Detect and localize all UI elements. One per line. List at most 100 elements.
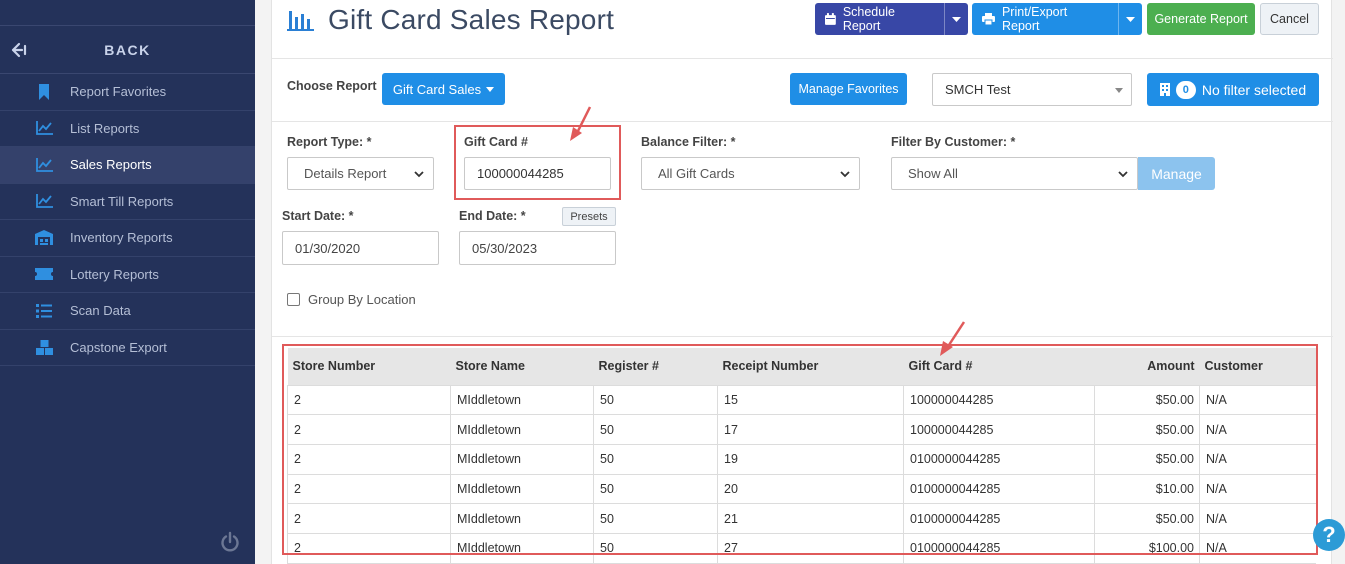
filter-count-badge: 0 [1175, 80, 1196, 99]
divider [272, 121, 1333, 122]
table-cell: N/A [1199, 414, 1316, 445]
table-cell: 2 [287, 473, 451, 505]
filter-label: No filter selected [1201, 81, 1307, 98]
table-row: 2 MIddletown 50 27 0100000044285 $100.00 N/A [287, 532, 1316, 564]
chevron-down-icon [414, 171, 424, 178]
schedule-report-button[interactable]: Schedule Report [815, 3, 968, 35]
table-cell: 100000044285 [903, 414, 1095, 445]
table-row: 2 MIddletown 50 21 0100000044285 $50.00 N/A [287, 503, 1316, 534]
print-export-button[interactable]: Print/Export Report [972, 3, 1142, 35]
arrow-left-icon [11, 42, 27, 58]
list-icon [35, 303, 53, 319]
customer-filter-select[interactable]: Show All [891, 157, 1138, 190]
filter-button[interactable]: 0 No filter selected [1147, 73, 1319, 106]
caret-down-icon [1126, 16, 1136, 22]
power-icon[interactable] [219, 531, 241, 553]
building-icon [1159, 83, 1170, 96]
table-cell: N/A [1199, 443, 1316, 475]
sidebar-item-list-reports[interactable]: List Reports [0, 111, 255, 147]
table-cell: 50 [593, 532, 718, 564]
table-cell: 15 [717, 384, 904, 416]
report-type-select[interactable]: Details Report [287, 157, 434, 190]
sidebar-item-smart-till-reports[interactable]: Smart Till Reports [0, 184, 255, 220]
caret-down-icon [486, 86, 495, 92]
boxes-icon [35, 339, 53, 355]
table-cell: 21 [717, 503, 904, 534]
start-date-input[interactable] [282, 231, 439, 265]
balance-filter-select[interactable]: All Gift Cards [641, 157, 860, 190]
sidebar-item-lottery-reports[interactable]: Lottery Reports [0, 257, 255, 293]
end-date-input[interactable] [459, 231, 616, 265]
table-cell: 27 [717, 532, 904, 564]
table-cell: N/A [1199, 532, 1316, 564]
manage-customers-button[interactable]: Manage [1138, 157, 1215, 190]
table-cell: MIddletown [450, 414, 594, 445]
group-by-location-checkbox[interactable] [287, 293, 300, 306]
page-title: Gift Card Sales Report [328, 4, 615, 35]
sidebar-nav: Report Favorites List Reports Sales Report… [0, 74, 255, 366]
results-table-container: Store Number Store Name Register # Receipt … [287, 348, 1316, 564]
chevron-down-icon [1118, 171, 1128, 178]
end-date-label: End Date: * [459, 209, 526, 223]
column-header[interactable]: Receipt Number [717, 348, 904, 385]
sidebar-item-label: Report Favorites [70, 84, 167, 100]
sidebar-item-inventory-reports[interactable]: Inventory Reports [0, 220, 255, 257]
table-cell: 2 [287, 443, 451, 475]
location-select-value: SMCH Test [945, 82, 1011, 97]
column-header[interactable]: Amount [1094, 348, 1200, 385]
column-header[interactable]: Gift Card # [903, 348, 1095, 385]
table-row: 2 MIddletown 50 15 100000044285 $50.00 N/A [287, 384, 1316, 416]
table-body: 2 MIddletown 50 15 100000044285 $50.00 N/A 2 MId… [287, 384, 1316, 564]
gift-card-sales-label: Gift Card Sales [392, 81, 482, 97]
column-header[interactable]: Store Name [450, 348, 594, 385]
balance-filter-value: All Gift Cards [658, 166, 735, 181]
caret-down-icon [952, 16, 962, 22]
page-header: Gift Card Sales Report [286, 4, 614, 36]
warehouse-icon [35, 230, 53, 246]
back-button[interactable]: BACK [0, 26, 255, 74]
location-select[interactable]: SMCH Test [932, 73, 1132, 106]
group-by-location[interactable]: Group By Location [287, 292, 416, 307]
table-cell: 100000044285 [903, 384, 1095, 416]
sidebar-item-scan-data[interactable]: Scan Data [0, 293, 255, 330]
sidebar-item-label: Smart Till Reports [70, 193, 174, 209]
calendar-icon [825, 13, 836, 25]
gift-card-label: Gift Card # [464, 135, 528, 149]
table-cell: 0100000044285 [903, 532, 1095, 564]
table-cell: 50 [593, 414, 718, 445]
bar-chart-icon [287, 11, 314, 31]
table-cell: 50 [593, 443, 718, 475]
manage-favorites-button[interactable]: Manage Favorites [790, 73, 907, 105]
sidebar-item-label: Lottery Reports [70, 266, 159, 282]
sidebar-top [0, 0, 255, 26]
divider [272, 58, 1333, 59]
help-icon[interactable]: ? [1312, 518, 1345, 554]
line-chart-icon [35, 120, 53, 136]
sidebar-item-capstone-export[interactable]: Capstone Export [0, 330, 255, 366]
customer-filter-label: Filter By Customer: * [891, 135, 1016, 149]
table-header-row: Store Number Store Name Register # Receipt … [287, 348, 1316, 385]
gift-card-input[interactable] [464, 157, 611, 190]
column-header[interactable]: Store Number [287, 348, 451, 385]
chevron-down-icon [840, 171, 850, 178]
table-cell: $50.00 [1094, 414, 1200, 445]
sidebar-item-sales-reports[interactable]: Sales Reports [0, 147, 255, 184]
table-cell: 2 [287, 503, 451, 534]
gift-card-sales-dropdown[interactable]: Gift Card Sales [382, 73, 505, 105]
schedule-dropdown-caret[interactable] [944, 3, 968, 35]
table-cell: MIddletown [450, 532, 594, 564]
generate-report-button[interactable]: Generate Report [1147, 3, 1255, 35]
column-header[interactable]: Register # [593, 348, 718, 385]
ticket-icon [35, 266, 53, 282]
printer-icon [982, 13, 995, 25]
choose-report-label: Choose Report [287, 79, 377, 93]
sidebar-item-label: Inventory Reports [70, 230, 173, 246]
column-header[interactable]: Customer [1199, 348, 1316, 385]
table-cell: $50.00 [1094, 384, 1200, 416]
print-dropdown-caret[interactable] [1118, 3, 1142, 35]
presets-button[interactable]: Presets [562, 207, 616, 226]
back-label: BACK [104, 41, 151, 58]
sidebar-item-report-favorites[interactable]: Report Favorites [0, 74, 255, 111]
cancel-button[interactable]: Cancel [1260, 3, 1319, 35]
divider [272, 336, 1333, 337]
